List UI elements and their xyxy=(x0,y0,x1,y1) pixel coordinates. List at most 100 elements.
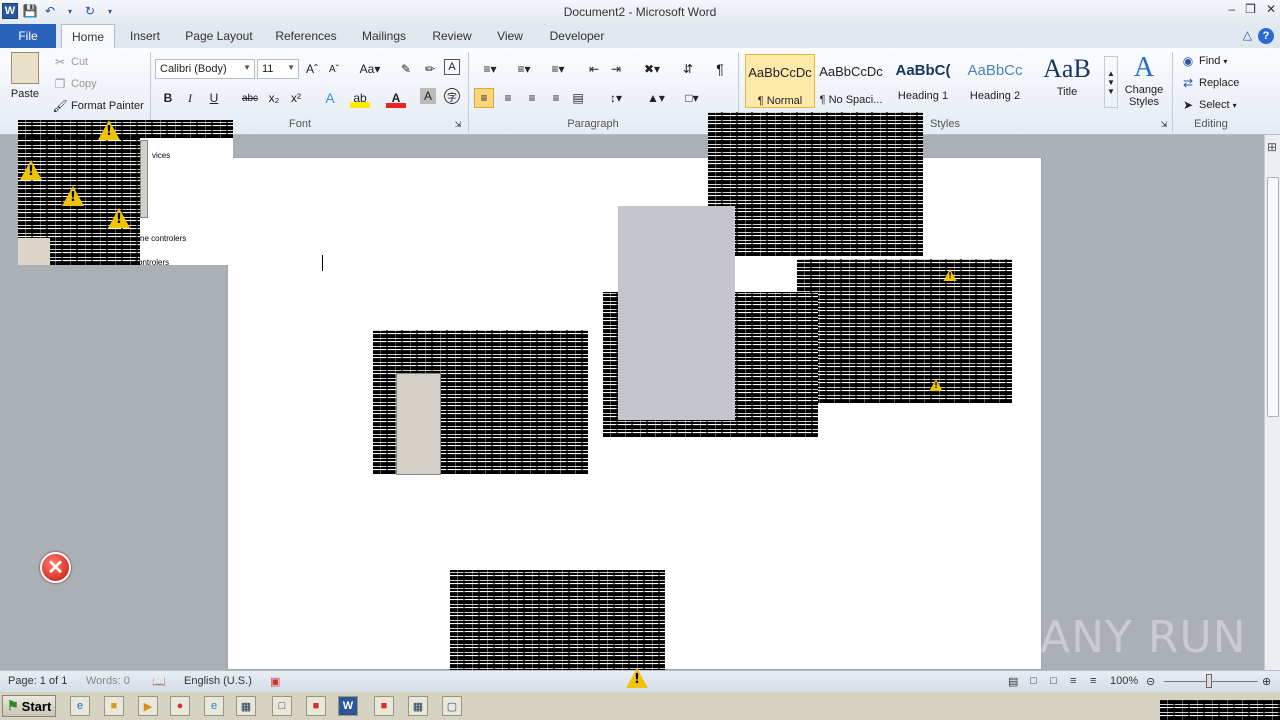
macro-record-icon[interactable]: ▣ xyxy=(270,675,280,688)
font-color-icon[interactable]: A xyxy=(386,88,406,108)
restore-button[interactable]: ❐ xyxy=(1245,2,1256,16)
multilevel-list-icon[interactable]: ≡▾ xyxy=(544,59,572,79)
media-player-icon[interactable]: ▶ xyxy=(138,696,158,716)
italic-icon[interactable]: I xyxy=(180,88,200,108)
zoom-level[interactable]: 100% xyxy=(1110,675,1138,687)
style-no-spacing[interactable]: AaBbCcDc ¶ No Spaci... xyxy=(816,54,886,108)
text-effects-icon[interactable]: A xyxy=(320,88,340,108)
vertical-scrollbar[interactable] xyxy=(1264,135,1280,670)
tab-view[interactable]: View xyxy=(492,24,528,48)
web-layout-icon[interactable]: □ xyxy=(1050,675,1057,687)
superscript-icon[interactable]: x² xyxy=(286,88,306,108)
proofing-icon[interactable]: 📖 xyxy=(152,675,166,688)
app-icon[interactable]: ■ xyxy=(374,696,394,716)
tab-review[interactable]: Review xyxy=(428,24,476,48)
cut-button[interactable]: ✂ Cut xyxy=(52,54,88,70)
font-name-combo[interactable]: Calibri (Body) ▼ xyxy=(155,59,255,79)
scrollbar-thumb[interactable] xyxy=(1267,177,1279,417)
sort-icon[interactable]: ⇵ xyxy=(678,59,698,79)
replace-icon: ⇄ xyxy=(1182,76,1194,90)
shading-icon[interactable]: ▲▾ xyxy=(642,88,670,108)
language[interactable]: English (U.S.) xyxy=(184,675,252,687)
tray-glitch-artifact xyxy=(1160,700,1280,720)
style-title[interactable]: AaB Title xyxy=(1032,54,1102,108)
clear-formatting-icon[interactable]: ✎ xyxy=(396,59,416,79)
line-spacing-icon[interactable]: ↕▾ xyxy=(602,88,630,108)
change-case-icon[interactable]: Aa▾ xyxy=(356,59,384,79)
justify-icon[interactable]: ≡ xyxy=(546,88,566,108)
error-icon[interactable]: ✕ xyxy=(40,552,71,583)
tab-file[interactable]: File xyxy=(0,24,56,48)
select-button[interactable]: ➤ Select ▾ xyxy=(1180,97,1237,113)
align-center-icon[interactable]: ≡ xyxy=(498,88,518,108)
style-normal[interactable]: AaBbCcDc ¶ Normal xyxy=(745,54,815,108)
styles-scroll-icon[interactable]: ▲ ▼ ▼ xyxy=(1104,56,1118,108)
zoom-in-icon[interactable]: ⊕ xyxy=(1262,675,1271,688)
style-heading-2[interactable]: AaBbCc Heading 2 xyxy=(960,54,1030,108)
minimize-button[interactable]: – xyxy=(1228,2,1235,16)
page-count[interactable]: Page: 1 of 1 xyxy=(8,675,67,687)
asian-layout-icon[interactable]: ✖▾ xyxy=(638,59,666,79)
tab-developer[interactable]: Developer xyxy=(544,24,610,48)
tab-insert[interactable]: Insert xyxy=(124,24,166,48)
styles-group-label: Styles xyxy=(930,118,960,130)
underline-icon[interactable]: U xyxy=(204,88,224,108)
chrome-icon[interactable]: ● xyxy=(170,696,190,716)
format-painter-button[interactable]: 🖌 Format Painter xyxy=(52,98,143,114)
enclose-characters-icon[interactable]: 字 xyxy=(444,88,460,104)
bold-icon[interactable]: B xyxy=(158,88,178,108)
close-button[interactable]: ✕ xyxy=(1266,2,1276,16)
copy-icon: ❐ xyxy=(54,77,66,91)
zoom-out-icon[interactable]: ⊝ xyxy=(1146,675,1155,688)
minimize-ribbon-icon[interactable]: △ xyxy=(1243,28,1252,44)
character-shading-icon[interactable]: A xyxy=(420,88,436,104)
view-ruler-icon[interactable]: ⊞ xyxy=(1264,140,1280,156)
replace-button[interactable]: ⇄ Replace xyxy=(1180,75,1239,91)
pilcrow-icon[interactable]: ¶ xyxy=(710,59,730,79)
increase-indent-icon[interactable]: ⇥ xyxy=(606,59,626,79)
app-icon[interactable]: ■ xyxy=(306,696,326,716)
character-border-icon[interactable]: A xyxy=(444,59,460,75)
tab-references[interactable]: References xyxy=(272,24,340,48)
dialog-launcher-icon[interactable]: ⇲ xyxy=(1158,118,1170,130)
align-left-icon[interactable]: ≡ xyxy=(474,88,494,108)
bullets-icon[interactable]: ≡▾ xyxy=(476,59,504,79)
copy-button[interactable]: ❐ Copy xyxy=(52,76,97,92)
tab-page-layout[interactable]: Page Layout xyxy=(182,24,256,48)
borders-icon[interactable]: □▾ xyxy=(678,88,706,108)
tab-home[interactable]: Home xyxy=(61,24,115,48)
phonetic-guide-icon[interactable]: ✏ xyxy=(420,59,440,79)
zoom-slider-thumb[interactable] xyxy=(1206,674,1212,688)
print-layout-icon[interactable]: ▤ xyxy=(1008,675,1018,688)
grow-font-icon[interactable]: Aˆ xyxy=(302,59,322,79)
distributed-icon[interactable]: ▤ xyxy=(568,88,588,108)
numbering-icon[interactable]: ≡▾ xyxy=(510,59,538,79)
find-button[interactable]: ◉ Find ▾ xyxy=(1180,53,1228,69)
font-size-combo[interactable]: 11 ▼ xyxy=(257,59,299,79)
dialog-launcher-icon[interactable]: ⇲ xyxy=(452,118,464,130)
help-icon[interactable]: ? xyxy=(1258,28,1274,44)
align-right-icon[interactable]: ≡ xyxy=(522,88,542,108)
outline-icon[interactable]: ≡ xyxy=(1070,675,1076,687)
style-heading-1[interactable]: AaBbC( Heading 1 xyxy=(888,54,958,108)
word-taskbar-icon[interactable]: W xyxy=(338,696,358,716)
ie-icon[interactable]: e xyxy=(70,696,90,716)
subscript-icon[interactable]: x₂ xyxy=(264,88,284,108)
highlight-icon[interactable]: ab xyxy=(350,88,370,108)
paste-button[interactable]: Paste xyxy=(6,52,44,100)
edge-icon[interactable]: e xyxy=(204,696,224,716)
full-screen-icon[interactable]: □ xyxy=(1030,675,1037,687)
change-styles-button[interactable]: A Change Styles xyxy=(1122,52,1166,108)
folder-icon[interactable]: ■ xyxy=(104,696,124,716)
word-count[interactable]: Words: 0 xyxy=(86,675,130,687)
shrink-font-icon[interactable]: Aˇ xyxy=(324,59,344,79)
strikethrough-icon[interactable]: abc xyxy=(240,88,260,108)
tab-mailings[interactable]: Mailings xyxy=(356,24,412,48)
monitor-icon[interactable]: ▢ xyxy=(442,696,462,716)
app-icon[interactable]: □ xyxy=(272,696,292,716)
start-button[interactable]: ⚑ Start xyxy=(2,695,56,717)
calculator-icon[interactable]: ▦ xyxy=(236,696,256,716)
draft-icon[interactable]: ≡ xyxy=(1090,675,1096,687)
decrease-indent-icon[interactable]: ⇤ xyxy=(584,59,604,79)
app-icon[interactable]: ▦ xyxy=(408,696,428,716)
